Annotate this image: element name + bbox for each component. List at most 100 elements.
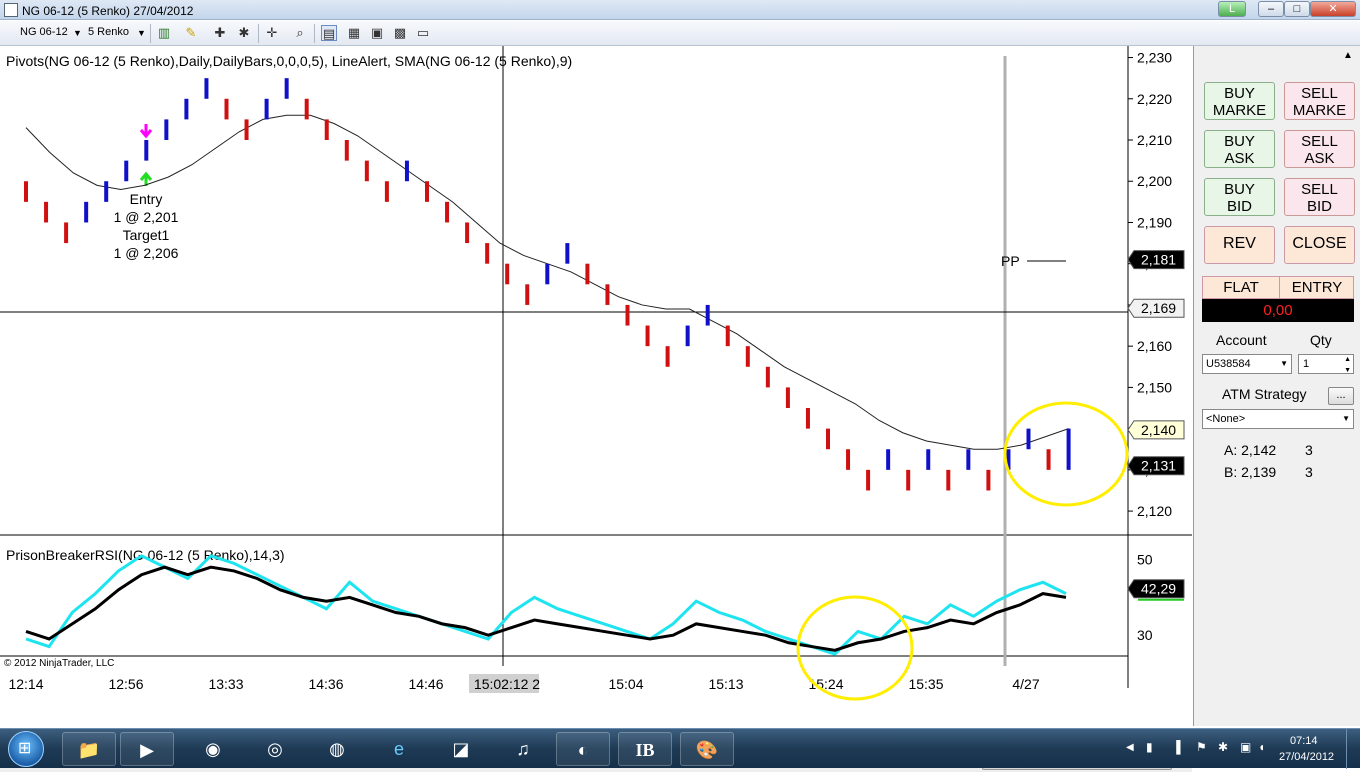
sell-bid-button[interactable]: SELL BID [1284, 178, 1355, 216]
itunes-icon[interactable]: ♫ [496, 732, 550, 766]
tray-network-icon[interactable]: ▮ [1146, 740, 1153, 754]
renko-chart[interactable]: PP Pivots(NG 06-12 (5 Renko),Daily,Daily… [0, 46, 1192, 706]
time-axis-label: 4/27 [1012, 676, 1039, 692]
window-icon[interactable]: ▭ [415, 25, 431, 41]
close-position-button[interactable]: CLOSE [1284, 226, 1355, 264]
chevron-down-icon[interactable]: ▼ [1342, 410, 1350, 428]
stepper-down-icon[interactable]: ▼ [1344, 362, 1351, 380]
chevron-down-icon[interactable]: ▼ [137, 28, 146, 38]
zoom-icon[interactable]: ⌕ [292, 25, 308, 41]
unrealized-pnl: 0,00 [1202, 299, 1354, 322]
renko-brick-up [705, 304, 710, 326]
paint-icon[interactable]: 🎨 [680, 732, 734, 766]
renko-brick-down [1046, 449, 1051, 470]
atm-strategy-select[interactable]: <None> ▼ [1202, 409, 1354, 429]
instrument-selector[interactable]: NG 06-12 [20, 26, 68, 38]
windows-logo-icon: ⊞ [18, 740, 32, 757]
price-tick-label: 2,190 [1137, 214, 1172, 230]
renko-brick-up [164, 119, 169, 141]
collapse-panel-icon[interactable]: ▲ [1343, 50, 1353, 61]
close-window-button[interactable]: ✕ [1310, 1, 1356, 17]
safari-icon[interactable]: ◎ [248, 732, 302, 766]
toolbar-divider [258, 24, 259, 43]
sell-ask-button[interactable]: SELL ASK [1284, 130, 1355, 168]
renko-brick-up [204, 78, 209, 99]
firefox-icon[interactable]: ◉ [186, 732, 240, 766]
chevron-down-icon[interactable]: ▼ [1280, 355, 1288, 373]
show-desktop-button[interactable] [1346, 729, 1360, 769]
chart-trader-icon[interactable]: ▤ [321, 25, 337, 41]
price-panel-title: Pivots(NG 06-12 (5 Renko),Daily,DailyBar… [6, 53, 572, 69]
renko-brick-down [465, 222, 470, 244]
strategy-icon[interactable]: ✱ [236, 25, 252, 41]
atm-strategy-button[interactable]: ... [1328, 387, 1354, 405]
minimize-button[interactable]: – [1258, 1, 1284, 17]
renko-brick-down [625, 304, 630, 326]
explorer-icon[interactable]: 📁 [62, 732, 116, 766]
buy-ask-button[interactable]: BUY ASK [1204, 130, 1275, 168]
maximize-button[interactable]: □ [1284, 1, 1310, 17]
chrome-icon[interactable]: ◍ [310, 732, 364, 766]
renko-brick-up [104, 181, 109, 202]
window-title: NG 06-12 (5 Renko) 27/04/2012 [22, 4, 194, 18]
windows-taskbar: ⊞ 📁 ▶ ◉ ◎ ◍ e ◪ ♫ ◐ IB 🎨 ◀ ▮ ▐ ⚑ ✱ ▣ ◖ 0… [0, 728, 1360, 769]
sell-market-button[interactable]: SELL MARKE [1284, 82, 1355, 120]
tray-flag-icon[interactable]: ⚑ [1196, 740, 1207, 754]
buy-bid-button[interactable]: BUY BID [1204, 178, 1275, 216]
link-button[interactable]: L [1218, 1, 1246, 17]
price-tick-label: 2,120 [1137, 503, 1172, 519]
time-axis-label: 14:36 [308, 676, 343, 692]
time-axis-label: 15:04 [608, 676, 643, 692]
clock-time[interactable]: 07:14 [1290, 735, 1318, 747]
clock-date[interactable]: 27/04/2012 [1279, 751, 1334, 763]
ninjatrader-active-icon[interactable]: ◐ [556, 732, 610, 766]
tray-volume-icon[interactable]: ◖ [1258, 740, 1265, 754]
interactive-brokers-icon[interactable]: IB [618, 732, 672, 766]
bar-type-icon[interactable]: ▥ [156, 25, 172, 41]
position-status: FLAT [1223, 279, 1259, 296]
price-tick-label: 2,220 [1137, 91, 1172, 107]
toolbar-divider [314, 24, 315, 43]
price-tick-label: 2,230 [1137, 50, 1172, 66]
period-selector[interactable]: 5 Renko [88, 26, 129, 38]
target-label: Target1 [123, 227, 170, 243]
price-tick-label: 2,210 [1137, 132, 1172, 148]
time-axis-label: 15:02:12 2 [474, 676, 540, 692]
media-player-icon[interactable]: ▶ [120, 732, 174, 766]
pencil-icon[interactable]: ✎ [183, 25, 199, 41]
pivot-pp-label: PP [1001, 253, 1020, 269]
start-button[interactable]: ⊞ [8, 731, 44, 767]
time-axis-label: 13:33 [208, 676, 243, 692]
tray-bluetooth-icon[interactable]: ✱ [1218, 740, 1228, 754]
price-tick-label: 2,160 [1137, 338, 1172, 354]
renko-brick-down [324, 119, 329, 141]
crosshair-icon[interactable]: ✛ [264, 25, 280, 41]
rsi-tick-label: 30 [1137, 627, 1153, 643]
renko-brick-up [84, 201, 89, 223]
chart-area[interactable]: PP Pivots(NG 06-12 (5 Renko),Daily,Daily… [0, 46, 1192, 772]
ninjatrader-icon[interactable]: ◪ [434, 732, 488, 766]
chart-trader-panel: ▲ BUY MARKE SELL MARKE BUY ASK SELL ASK … [1193, 46, 1360, 726]
quantity-stepper[interactable]: 1 ▲ ▼ [1298, 354, 1354, 374]
tray-expand-icon[interactable]: ◀ [1126, 742, 1134, 753]
renko-brick-down [224, 98, 229, 120]
properties-icon[interactable]: ▣ [369, 25, 385, 41]
data-box-icon[interactable]: ▦ [346, 25, 362, 41]
tray-monitor-icon[interactable]: ▣ [1240, 740, 1251, 754]
internet-explorer-icon[interactable]: e [372, 732, 426, 766]
buy-market-button[interactable]: BUY MARKE [1204, 82, 1275, 120]
renko-brick-down [946, 469, 951, 491]
atm-strategy-label: ATM Strategy [1222, 386, 1307, 402]
renko-brick-down [44, 201, 49, 223]
renko-brick-up [966, 449, 971, 470]
quantity-label: Qty [1310, 332, 1332, 348]
account-select[interactable]: U538584 ▼ [1202, 354, 1292, 374]
renko-brick-down [24, 181, 28, 202]
renko-brick-down [304, 98, 309, 120]
save-icon[interactable]: ▩ [392, 25, 408, 41]
chevron-down-icon[interactable]: ▼ [73, 28, 82, 38]
reverse-button[interactable]: REV [1204, 226, 1275, 264]
renko-brick-down [384, 181, 389, 202]
tray-signal-icon[interactable]: ▐ [1172, 740, 1181, 754]
add-indicator-icon[interactable]: ✚ [212, 25, 228, 41]
